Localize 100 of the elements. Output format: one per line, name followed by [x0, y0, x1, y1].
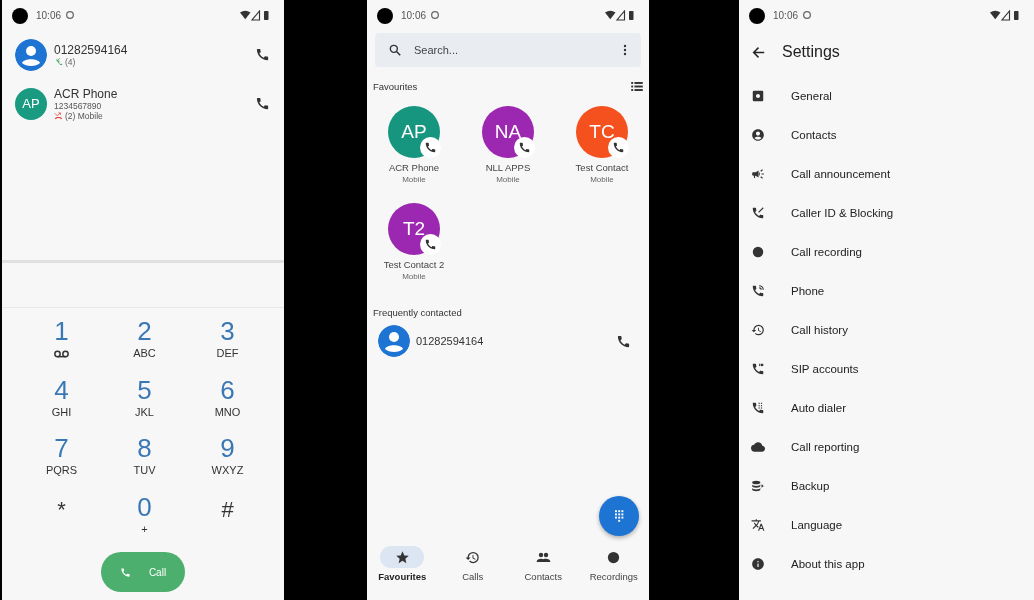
settings-item[interactable]: Call recording — [739, 232, 1034, 271]
settings-item[interactable]: Language — [739, 505, 1034, 544]
contact-name: ACR Phone — [54, 86, 119, 101]
phone-type: Mobile — [402, 175, 426, 184]
incoming-call-icon — [54, 57, 63, 66]
settings-item[interactable]: About this app — [739, 544, 1034, 583]
call-badge-icon[interactable] — [420, 137, 441, 158]
contact-name: Test Contact — [575, 162, 629, 173]
dial-key[interactable]: 1 — [20, 312, 103, 371]
info-icon — [751, 556, 765, 571]
screen-title: Settings — [782, 43, 840, 61]
avatar — [378, 325, 410, 357]
avatar — [15, 38, 47, 71]
camera-hole — [749, 8, 765, 24]
avatar-initials: NA — [494, 121, 522, 143]
contact-name: ACR Phone — [388, 162, 440, 173]
database-icon — [751, 478, 765, 493]
avatar[interactable]: NA — [482, 106, 534, 158]
contact-name: 01282594164 — [416, 335, 485, 347]
call-count: (4) — [65, 56, 76, 67]
settings-item[interactable]: General — [739, 76, 1034, 115]
settings-item[interactable]: Call reporting — [739, 427, 1034, 466]
avatar[interactable]: AP — [388, 106, 440, 158]
dial-key[interactable]: 2 ABC — [103, 312, 186, 371]
more-options-icon[interactable] — [623, 44, 627, 56]
status-time: 10:06 — [773, 9, 799, 21]
phone-type: Mobile — [590, 175, 614, 184]
dial-key[interactable]: 4 GHI — [20, 370, 103, 429]
call-icon[interactable] — [616, 333, 631, 349]
search-bar[interactable]: Search... — [375, 33, 641, 67]
contact-name: Test Contact 2 — [383, 259, 445, 270]
section-title: Favourites — [373, 80, 418, 92]
settings-item[interactable]: Contacts — [739, 115, 1034, 154]
record-icon — [751, 244, 765, 259]
system-status-icons — [605, 9, 635, 21]
phone-type: Mobile — [402, 272, 426, 281]
settings-item[interactable]: Call announcement — [739, 154, 1034, 193]
system-status-icons — [240, 9, 270, 21]
avatar: AP — [15, 87, 47, 120]
dial-key[interactable]: 6 MNO — [186, 370, 269, 429]
cloud-icon — [751, 439, 765, 454]
settings-item[interactable]: Backup — [739, 466, 1034, 505]
number-field[interactable] — [2, 260, 284, 308]
settings-item[interactable]: Caller ID & Blocking — [739, 193, 1034, 232]
dial-key[interactable]: 3 DEF — [186, 312, 269, 371]
section-title: Frequently contacted — [373, 306, 462, 318]
phone-number: 1234567890 — [54, 100, 103, 111]
camera-hole — [377, 8, 393, 24]
nav-tab[interactable]: Calls — [437, 546, 508, 596]
phone-blocked-icon — [751, 205, 765, 220]
camera-hole — [12, 8, 28, 24]
account-icon — [751, 127, 765, 142]
dial-key[interactable]: # — [186, 487, 269, 546]
back-arrow-icon[interactable] — [752, 45, 765, 59]
call-badge-icon[interactable] — [608, 137, 629, 158]
phone-icon — [751, 361, 765, 376]
dial-key[interactable]: 5 JKL — [103, 370, 186, 429]
phone-in-talk-icon — [751, 283, 765, 298]
call-badge-icon[interactable] — [514, 137, 535, 158]
settings-item[interactable]: Call history — [739, 310, 1034, 349]
call-icon[interactable] — [255, 47, 270, 62]
avatar[interactable]: T2 — [388, 203, 440, 255]
phone-keypad-icon — [751, 400, 765, 415]
record-icon — [606, 549, 622, 565]
status-icon — [65, 10, 76, 20]
status-time: 10:06 — [36, 9, 62, 21]
status-time: 10:06 — [401, 9, 427, 21]
dial-key[interactable]: 9 WXYZ — [186, 429, 269, 488]
history-icon — [465, 549, 481, 565]
nav-tab[interactable]: Contacts — [508, 546, 579, 596]
search-field[interactable]: Search... — [412, 43, 623, 57]
dial-key[interactable]: 8 TUV — [103, 429, 186, 488]
dial-key[interactable]: 0 + — [103, 487, 186, 546]
settings-icon — [751, 88, 765, 103]
dialpad-icon — [614, 510, 624, 522]
star-icon — [394, 549, 410, 565]
missed-call-icon — [54, 111, 63, 120]
phone-icon — [119, 566, 131, 578]
avatar-initials: TC — [589, 121, 615, 143]
contact-name: NLL APPS — [485, 162, 531, 173]
call-count: (2) Mobile — [65, 110, 103, 121]
dialpad-button[interactable] — [599, 496, 639, 536]
settings-item[interactable]: SIP accounts — [739, 349, 1034, 388]
dial-key[interactable]: * — [20, 487, 103, 546]
list-view-icon[interactable] — [631, 81, 643, 91]
search-icon — [388, 43, 402, 57]
nav-tab[interactable]: Recordings — [578, 546, 649, 596]
nav-tab[interactable]: Favourites — [367, 546, 438, 596]
avatar-initials: AP — [401, 121, 427, 143]
settings-item[interactable]: Auto dialer — [739, 388, 1034, 427]
history-icon — [751, 322, 765, 337]
contact-name: 01282594164 — [54, 42, 129, 57]
system-status-icons — [990, 9, 1020, 21]
call-badge-icon[interactable] — [420, 234, 441, 255]
settings-item[interactable]: Phone — [739, 271, 1034, 310]
phone-type: Mobile — [496, 175, 520, 184]
status-icon — [430, 10, 441, 20]
call-icon[interactable] — [255, 96, 270, 111]
dial-key[interactable]: 7 PQRS — [20, 429, 103, 488]
translate-icon — [751, 517, 765, 532]
